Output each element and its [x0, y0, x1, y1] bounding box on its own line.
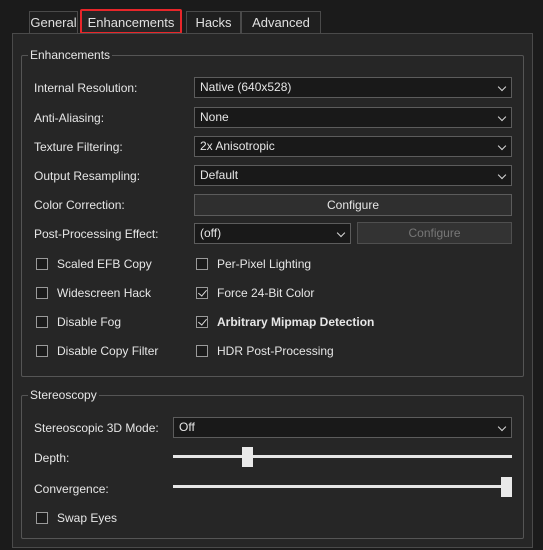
checkmark-icon: [198, 287, 207, 297]
disable-copy-filter-label: Disable Copy Filter: [57, 344, 159, 358]
internal-resolution-combo[interactable]: Native (640x528): [194, 77, 512, 98]
checkbox-box: [196, 258, 208, 270]
post-processing-configure-label: Configure: [408, 226, 461, 240]
texture-filtering-label: Texture Filtering:: [34, 140, 123, 154]
anti-aliasing-value: None: [200, 110, 229, 124]
depth-label: Depth:: [34, 451, 70, 465]
checkbox-box: [36, 287, 48, 299]
convergence-slider[interactable]: [173, 476, 512, 498]
post-processing-value: (off): [200, 226, 222, 240]
disable-fog-label: Disable Fog: [57, 315, 122, 329]
output-resampling-combo[interactable]: Default: [194, 165, 512, 186]
checkbox-box: [36, 258, 48, 270]
tab-general[interactable]: General: [29, 11, 78, 33]
post-processing-label: Post-Processing Effect:: [34, 227, 159, 241]
scaled-efb-copy-label: Scaled EFB Copy: [57, 257, 152, 271]
checkbox-box: [196, 345, 208, 357]
chevron-down-icon: [497, 112, 507, 122]
chevron-down-icon: [336, 228, 346, 238]
checkbox-box: [36, 512, 48, 524]
anti-aliasing-label: Anti-Aliasing:: [34, 111, 105, 125]
tab-advanced[interactable]: Advanced: [241, 11, 321, 33]
tab-bar: General Enhancements Hacks Advanced: [0, 0, 543, 34]
widescreen-hack-label: Widescreen Hack: [57, 286, 152, 300]
stereoscopic-mode-combo[interactable]: Off: [173, 417, 512, 438]
tab-advanced-label: Advanced: [252, 15, 310, 30]
checkbox-box: [36, 345, 48, 357]
texture-filtering-value: 2x Anisotropic: [200, 139, 275, 153]
output-resampling-label: Output Resampling:: [34, 169, 141, 183]
chevron-down-icon: [497, 82, 507, 92]
enhancements-group-title: Enhancements: [28, 47, 113, 63]
tab-panel: Enhancements Internal Resolution: Native…: [12, 33, 533, 548]
swap-eyes-label: Swap Eyes: [57, 511, 118, 525]
chevron-down-icon: [497, 170, 507, 180]
stereoscopy-group-title: Stereoscopy: [28, 387, 99, 403]
post-processing-combo[interactable]: (off): [194, 223, 351, 244]
chevron-down-icon: [497, 141, 507, 151]
tab-hacks[interactable]: Hacks: [186, 11, 241, 33]
checkbox-box: [196, 287, 208, 299]
convergence-slider-track: [173, 485, 512, 488]
color-correction-configure-label: Configure: [326, 198, 380, 212]
hdr-post-processing-label: HDR Post-Processing: [217, 344, 334, 358]
force-24bit-color-label: Force 24-Bit Color: [217, 286, 315, 300]
color-correction-configure-button[interactable]: Configure: [194, 194, 512, 216]
tab-hacks-label: Hacks: [195, 15, 232, 30]
color-correction-label: Color Correction:: [34, 198, 125, 212]
tab-enhancements-label: Enhancements: [87, 15, 175, 30]
anti-aliasing-combo[interactable]: None: [194, 107, 512, 128]
stereoscopic-mode-value: Off: [179, 420, 195, 434]
internal-resolution-label: Internal Resolution:: [34, 81, 138, 95]
output-resampling-value: Default: [200, 168, 239, 182]
enhancements-group: Enhancements Internal Resolution: Native…: [21, 47, 524, 377]
convergence-slider-handle[interactable]: [501, 477, 512, 497]
per-pixel-lighting-label: Per-Pixel Lighting: [217, 257, 312, 271]
convergence-label: Convergence:: [34, 482, 109, 496]
chevron-down-icon: [497, 422, 507, 432]
depth-slider[interactable]: [173, 446, 512, 468]
depth-slider-handle[interactable]: [242, 447, 253, 467]
texture-filtering-combo[interactable]: 2x Anisotropic: [194, 136, 512, 157]
stereoscopy-group: Stereoscopy Stereoscopic 3D Mode: Off De…: [21, 387, 524, 539]
depth-slider-track: [173, 455, 512, 458]
checkbox-box: [36, 316, 48, 328]
post-processing-configure-button[interactable]: Configure: [357, 222, 512, 244]
stereoscopic-mode-label: Stereoscopic 3D Mode:: [34, 421, 159, 435]
checkmark-icon: [198, 316, 207, 326]
tab-enhancements[interactable]: Enhancements: [80, 9, 182, 34]
internal-resolution-value: Native (640x528): [200, 80, 292, 94]
checkbox-box: [196, 316, 208, 328]
arbitrary-mipmap-label: Arbitrary Mipmap Detection: [217, 315, 375, 329]
tab-general-label: General: [30, 15, 77, 30]
